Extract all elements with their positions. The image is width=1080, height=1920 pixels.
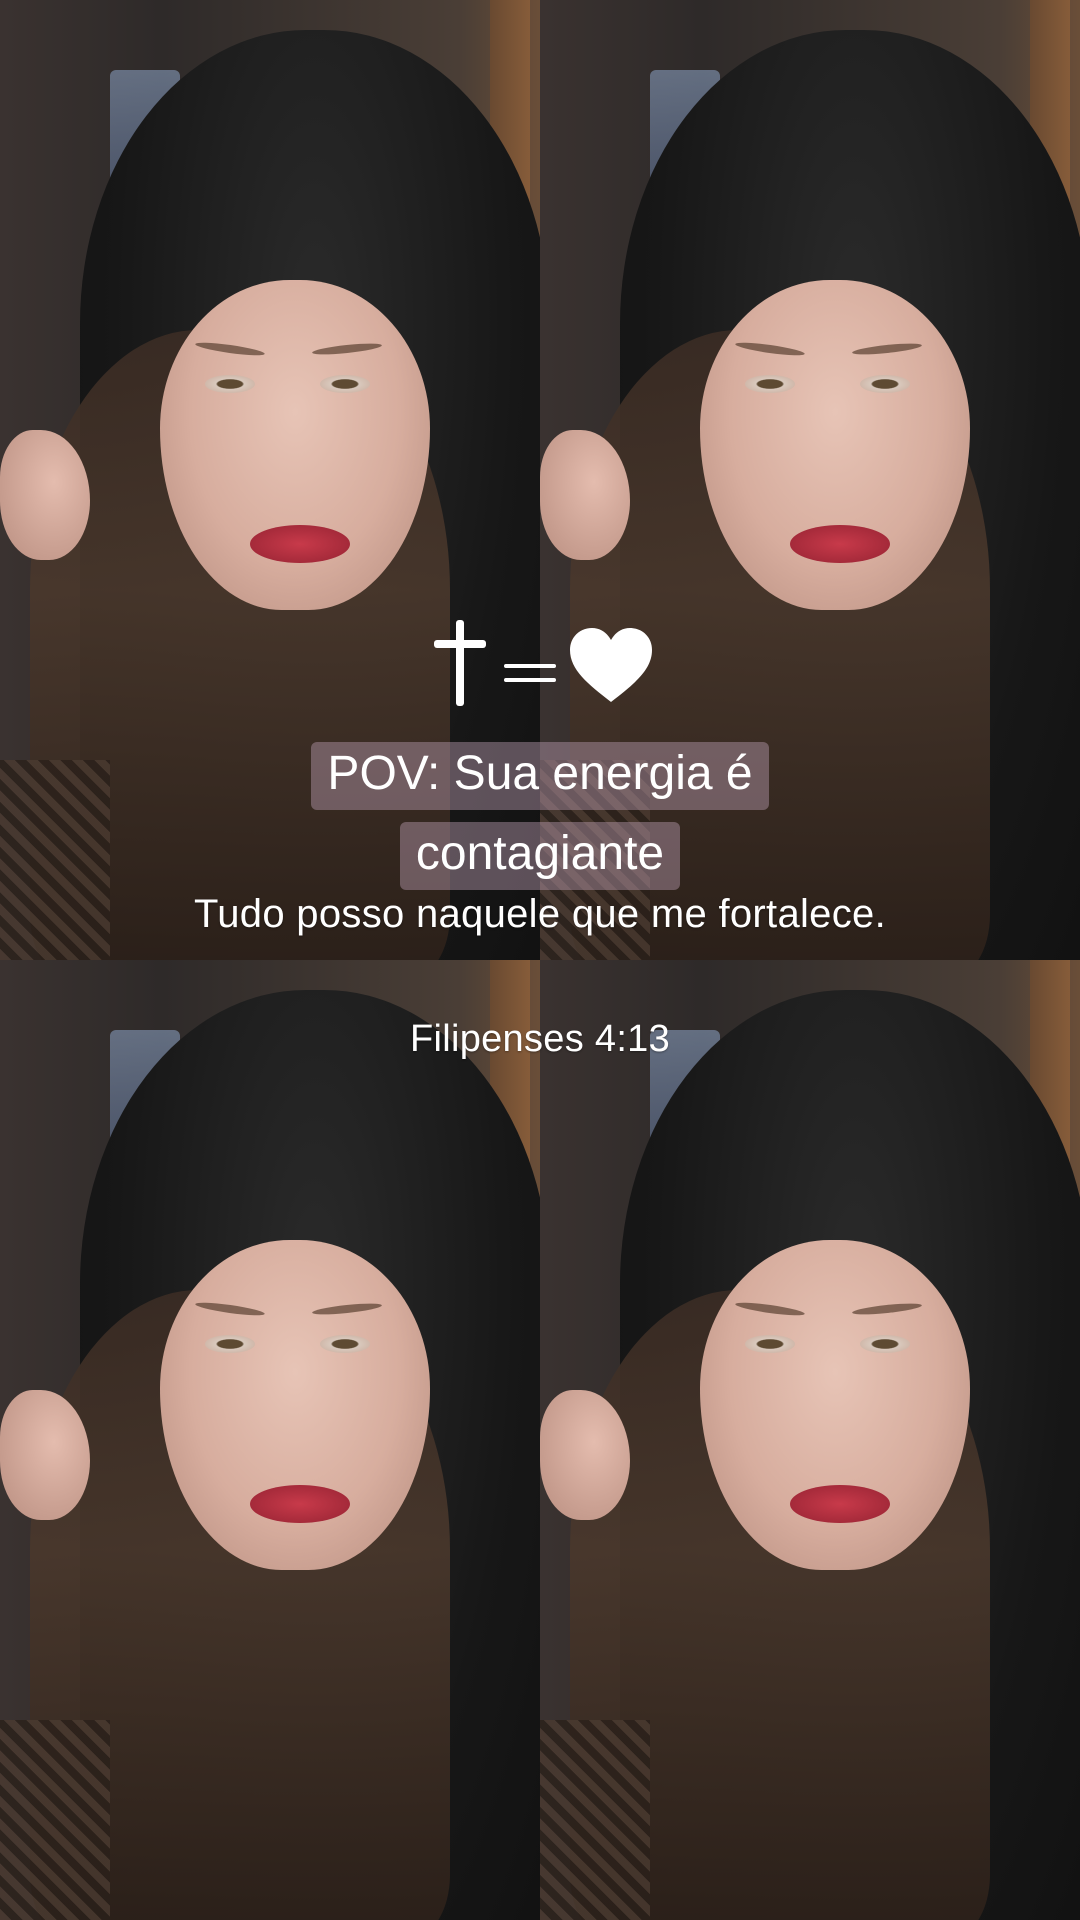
cross-icon [434, 620, 486, 706]
equals-icon [504, 664, 556, 682]
pov-caption-line-2: contagiante [0, 822, 1080, 890]
bible-verse: Tudo posso naquele que me fortalece. [194, 892, 886, 936]
cross-equals-heart [430, 618, 660, 718]
heart-icon [570, 628, 652, 702]
pov-caption-line-1: POV: Sua energia é [0, 742, 1080, 810]
verse-reference: Filipenses 4:13 [409, 1018, 671, 1060]
text-overlay: POV: Sua energia é contagiante Tudo poss… [0, 0, 1080, 1920]
